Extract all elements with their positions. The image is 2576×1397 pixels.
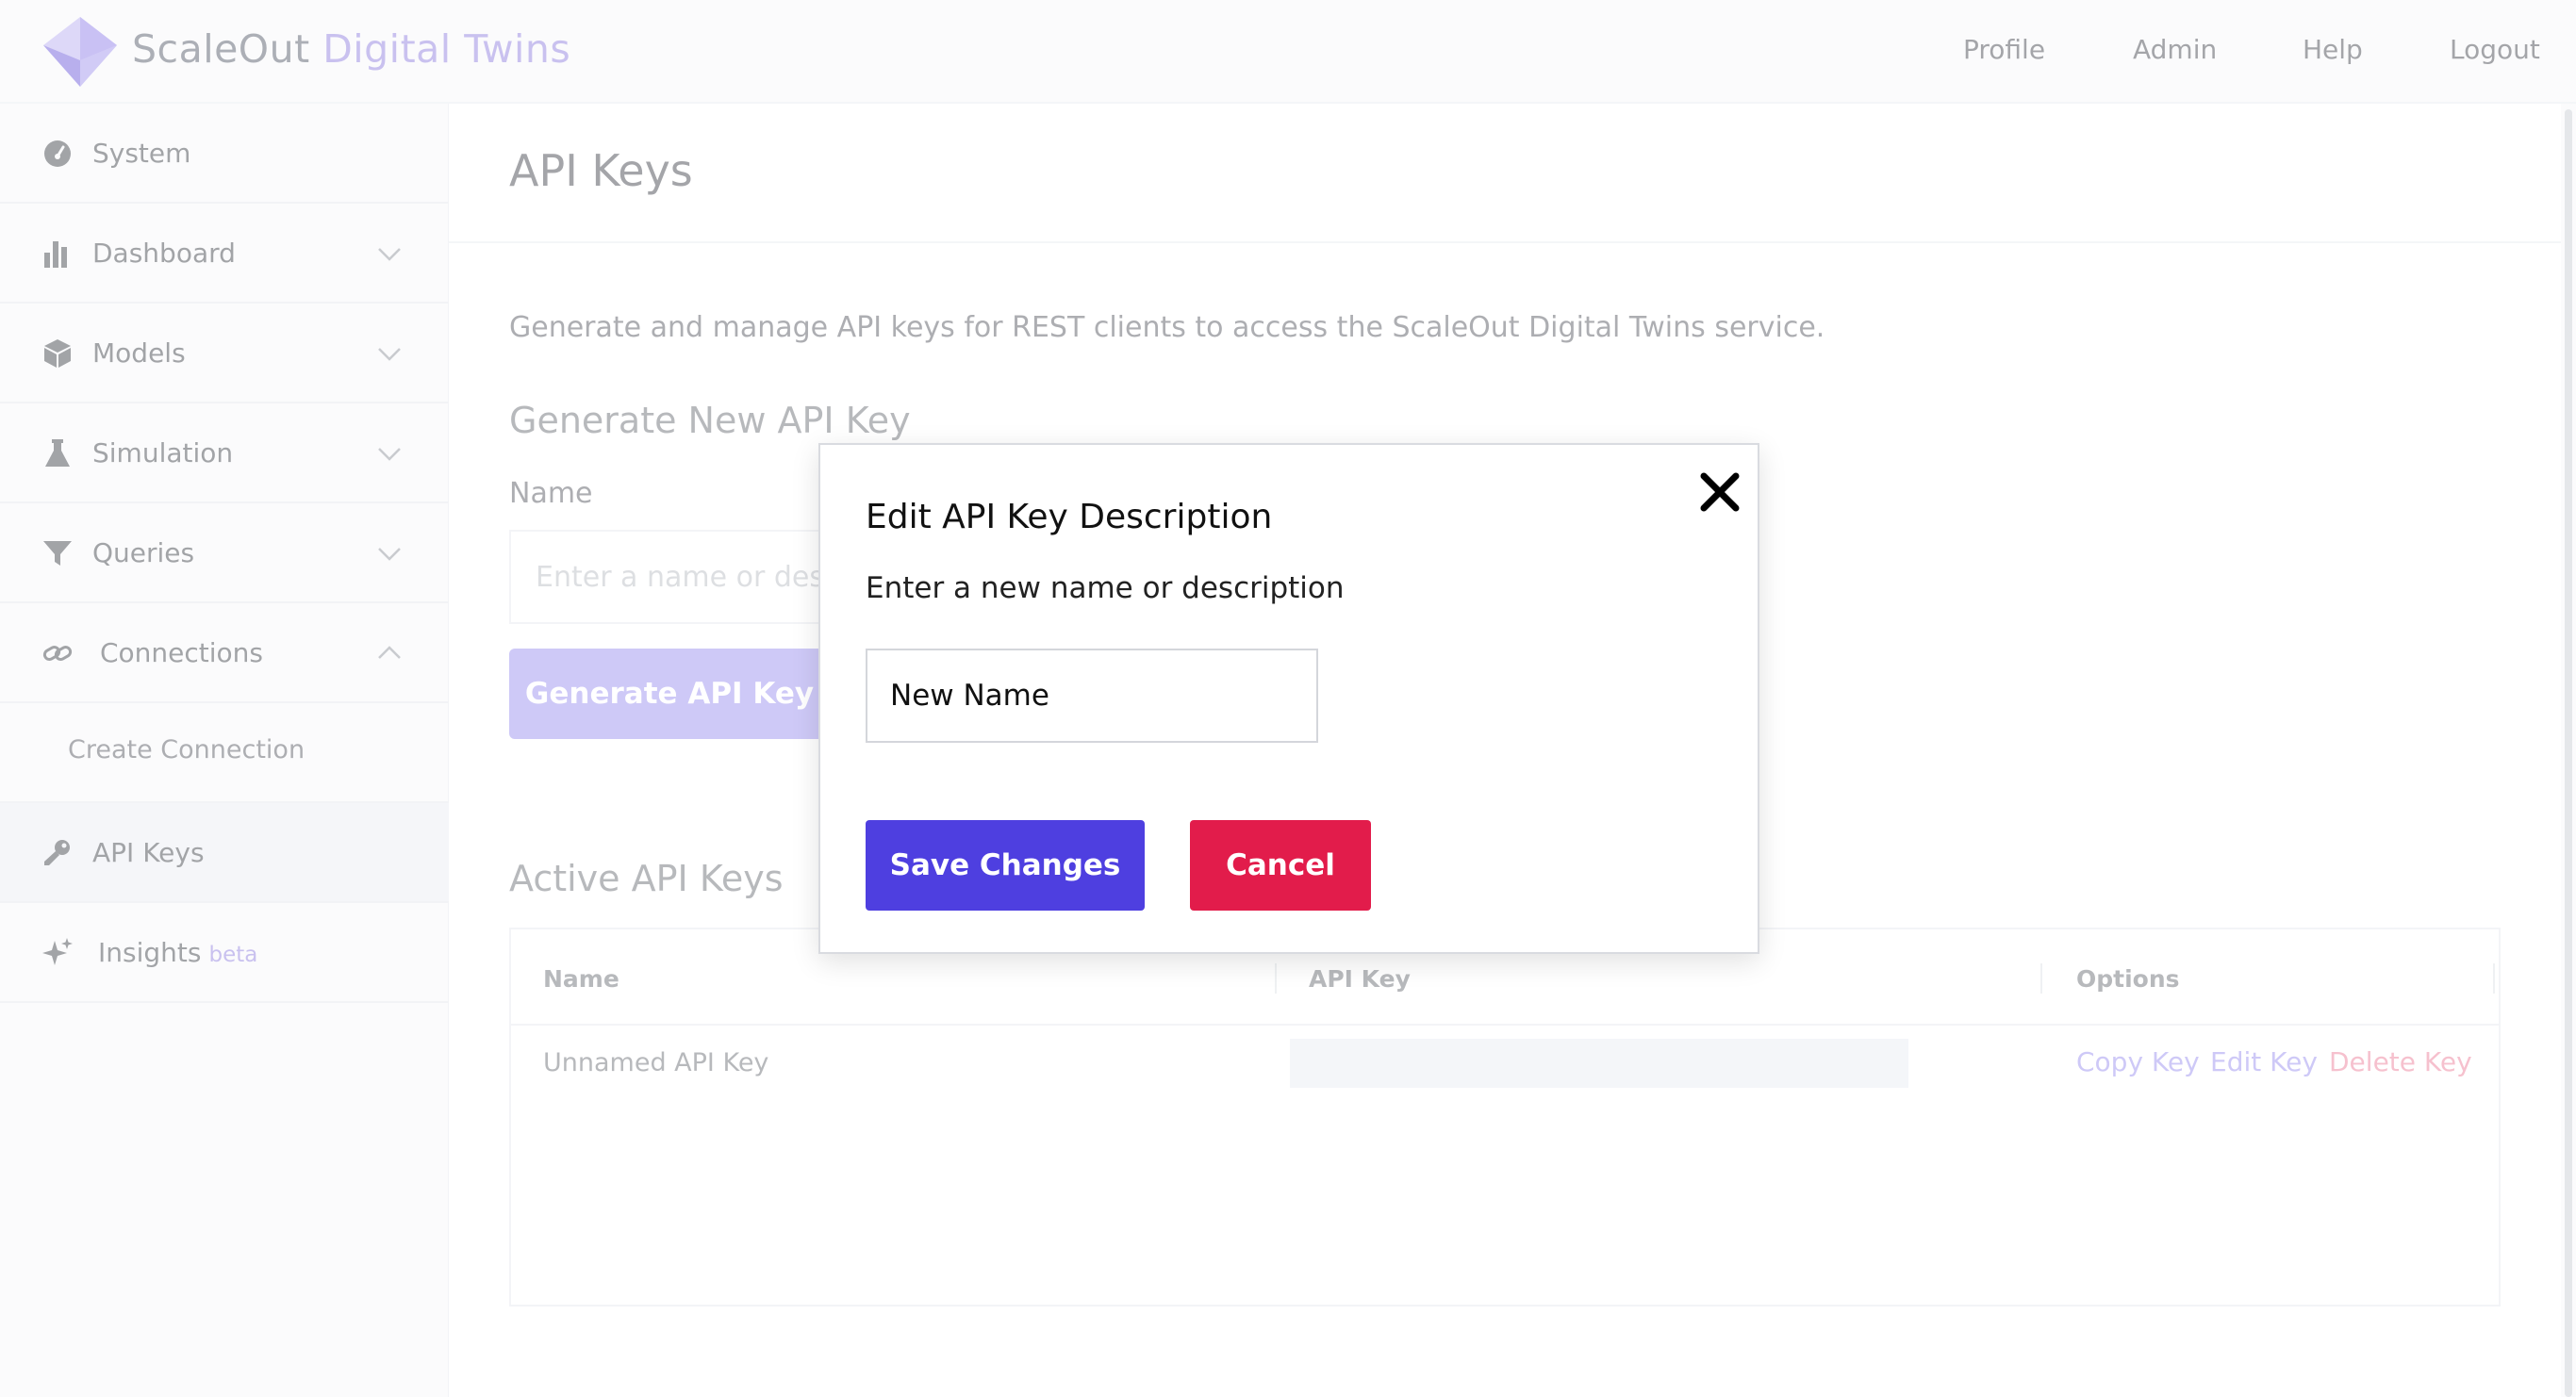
save-changes-button[interactable]: Save Changes (866, 820, 1145, 911)
modal-title: Edit API Key Description (866, 498, 1273, 536)
cancel-button[interactable]: Cancel (1190, 820, 1371, 911)
new-name-input[interactable] (866, 649, 1318, 743)
edit-api-key-modal: Edit API Key Description Enter a new nam… (818, 443, 1759, 954)
close-icon[interactable] (1697, 469, 1742, 515)
modal-subtitle: Enter a new name or description (866, 571, 1345, 605)
